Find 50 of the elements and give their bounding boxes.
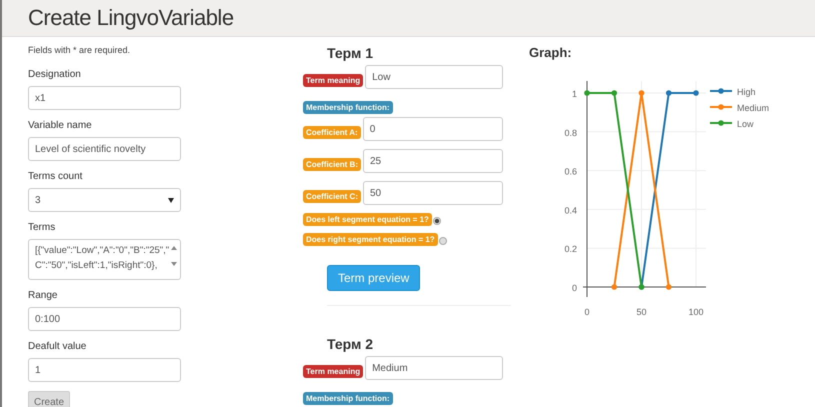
field-label: Terms — [28, 222, 56, 233]
y-tick-label: 1 — [572, 89, 577, 99]
field-label: Range — [28, 290, 58, 301]
graph-title: Graph: — [529, 45, 573, 60]
term-heading: Терм 1 — [327, 45, 374, 61]
page-title: Create LingvoVariable — [28, 5, 234, 31]
field-label: Designation — [28, 69, 82, 80]
caret-icon — [168, 198, 174, 202]
coefficient-field[interactable]: 0 — [362, 117, 503, 141]
coefficient-label: Coefficient C: — [303, 190, 361, 203]
text-field[interactable]: 1 — [28, 358, 181, 382]
term-heading: Терм 2 — [327, 336, 374, 352]
legend-swatch — [710, 104, 732, 110]
y-tick-label: 0 — [572, 283, 577, 293]
text-field[interactable]: x1 — [28, 86, 181, 110]
field-label: Deafult value — [28, 341, 88, 352]
radio-button[interactable] — [438, 236, 447, 244]
legend-label: High — [737, 87, 756, 97]
coefficient-label: Coefficient B: — [303, 158, 361, 171]
radio-button[interactable] — [432, 216, 441, 224]
create-button[interactable]: Create — [28, 391, 70, 407]
coefficient-field[interactable]: 25 — [363, 149, 503, 173]
y-tick-label: 0.6 — [564, 166, 577, 177]
membership-label: Membership function: — [303, 101, 393, 114]
term-meaning-field[interactable]: Low — [365, 65, 503, 89]
membership-label: Membership function: — [303, 392, 393, 405]
x-tick-label: 0 — [584, 307, 590, 317]
text-field[interactable]: 0:100 — [28, 307, 181, 331]
x-tick-label: 100 — [688, 307, 704, 317]
term-meaning-label: Term meaning — [303, 365, 364, 378]
y-tick-label: 0.4 — [564, 205, 577, 216]
term-meaning-field[interactable]: Medium — [365, 356, 503, 380]
coefficient-field[interactable]: 50 — [363, 181, 503, 205]
text-field[interactable]: Level of scientific novelty — [28, 137, 181, 161]
coefficient-label: Coefficient A: — [303, 126, 361, 139]
legend-label: Medium — [737, 103, 770, 113]
option-label: Does left segment equation = 1? — [303, 213, 432, 226]
required-note: Fields with * are required. — [28, 45, 132, 55]
field-label: Variable name — [28, 120, 93, 131]
legend-swatch — [710, 88, 732, 94]
legend-label: Low — [737, 119, 754, 129]
select-field[interactable]: 3 — [28, 188, 181, 212]
y-tick-label: 0.8 — [564, 128, 577, 138]
field-label: Terms count — [28, 171, 84, 182]
x-tick-label: 50 — [636, 307, 646, 317]
term-meaning-label: Term meaning — [303, 74, 364, 87]
option-label: Does right segment equation = 1? — [303, 233, 438, 246]
legend-swatch — [710, 120, 732, 126]
textarea-field[interactable]: [{"value":"Low","A":"0","B":"25"," C":"50","isLeft":1,"isRight":0}, — [28, 239, 181, 280]
y-tick-label: 0.2 — [564, 244, 577, 254]
